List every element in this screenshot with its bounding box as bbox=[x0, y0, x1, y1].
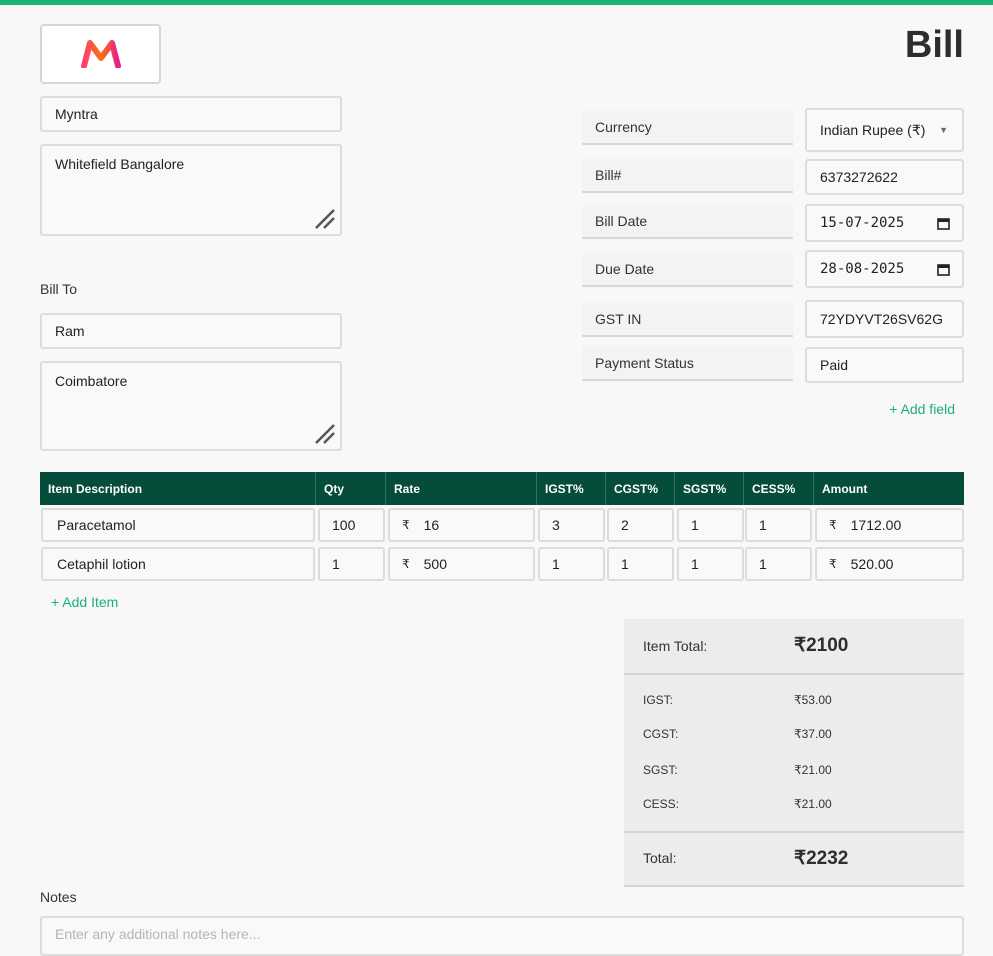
total-label: Total: bbox=[643, 850, 677, 866]
rate-input[interactable]: ₹ 500 bbox=[388, 547, 535, 581]
item-total-value: ₹2100 bbox=[794, 635, 849, 656]
amount-value: 1712.00 bbox=[850, 517, 902, 533]
company-address-text: Whitefield Bangalore bbox=[55, 156, 185, 172]
page-title: Bill bbox=[904, 24, 964, 66]
cess-input[interactable]: 1 bbox=[745, 547, 812, 581]
cess-input[interactable]: 1 bbox=[745, 508, 812, 542]
notes-label: Notes bbox=[40, 889, 77, 905]
bill-number-input[interactable]: 6373272622 bbox=[805, 159, 964, 195]
currency-label: Currency bbox=[582, 111, 793, 145]
bill-to-name-input[interactable]: Ram bbox=[40, 313, 342, 349]
bill-date-label: Bill Date bbox=[582, 205, 793, 239]
due-date-label: Due Date bbox=[582, 253, 793, 287]
company-name-input[interactable]: Myntra bbox=[40, 96, 342, 132]
payment-status-input[interactable]: Paid bbox=[805, 347, 964, 383]
resize-handle-icon[interactable] bbox=[314, 208, 336, 230]
cess-label: CESS: bbox=[643, 797, 680, 811]
due-date-value: 28-08-2025 bbox=[820, 261, 905, 277]
calendar-icon[interactable] bbox=[937, 263, 950, 276]
sgst-input[interactable]: 1 bbox=[677, 547, 744, 581]
sgst-label: SGST: bbox=[643, 763, 678, 777]
company-address-textarea[interactable]: Whitefield Bangalore bbox=[40, 144, 342, 236]
gst-in-label: GST IN bbox=[582, 303, 793, 337]
rate-value: 16 bbox=[423, 517, 440, 533]
sgst-input[interactable]: 1 bbox=[677, 508, 744, 542]
bill-date-input[interactable]: 15-07-2025 bbox=[805, 204, 964, 242]
item-description-input[interactable]: Paracetamol bbox=[41, 508, 315, 542]
sgst-value: ₹21.00 bbox=[794, 763, 832, 777]
bill-number-label: Bill# bbox=[582, 159, 793, 193]
qty-input[interactable]: 1 bbox=[318, 547, 385, 581]
igst-input[interactable]: 3 bbox=[538, 508, 605, 542]
divider bbox=[624, 885, 964, 887]
header-cgst: CGST% bbox=[606, 472, 675, 505]
igst-input[interactable]: 1 bbox=[538, 547, 605, 581]
header-rate: Rate bbox=[386, 472, 537, 505]
cess-value: ₹21.00 bbox=[794, 797, 832, 811]
igst-label: IGST: bbox=[643, 693, 674, 707]
rupee-symbol: ₹ bbox=[402, 557, 410, 571]
divider bbox=[624, 831, 964, 833]
rate-input[interactable]: ₹ 16 bbox=[388, 508, 535, 542]
summary-panel: Item Total: ₹2100 IGST: ₹53.00 CGST: ₹37… bbox=[624, 619, 964, 887]
bill-to-label: Bill To bbox=[40, 281, 78, 297]
resize-handle-icon[interactable] bbox=[314, 423, 336, 445]
header-item-description: Item Description bbox=[40, 472, 316, 505]
item-total-label: Item Total: bbox=[643, 638, 708, 654]
rupee-symbol: ₹ bbox=[829, 518, 837, 532]
item-description-input[interactable]: Cetaphil lotion bbox=[41, 547, 315, 581]
qty-input[interactable]: 100 bbox=[318, 508, 385, 542]
currency-select[interactable]: Indian Rupee (₹) ▼ bbox=[805, 108, 964, 152]
header-qty: Qty bbox=[316, 472, 386, 505]
payment-status-label: Payment Status bbox=[582, 347, 793, 381]
igst-value: ₹53.00 bbox=[794, 693, 832, 707]
header-igst: IGST% bbox=[537, 472, 606, 505]
divider bbox=[624, 673, 964, 675]
amount-value: 520.00 bbox=[850, 556, 894, 572]
notes-textarea[interactable]: Enter any additional notes here... bbox=[40, 916, 964, 956]
cgst-value: ₹37.00 bbox=[794, 727, 832, 741]
add-field-link[interactable]: + Add field bbox=[889, 401, 955, 417]
bill-date-value: 15-07-2025 bbox=[820, 215, 905, 231]
bill-to-address-text: Coimbatore bbox=[55, 373, 128, 389]
items-table-header: Item Description Qty Rate IGST% CGST% SG… bbox=[40, 472, 964, 505]
rupee-symbol: ₹ bbox=[402, 518, 410, 532]
amount-field: ₹ 1712.00 bbox=[815, 508, 964, 542]
cgst-input[interactable]: 1 bbox=[607, 547, 674, 581]
top-accent-bar bbox=[0, 0, 993, 5]
logo-upload[interactable] bbox=[40, 24, 161, 84]
calendar-icon[interactable] bbox=[937, 217, 950, 230]
rate-value: 500 bbox=[423, 556, 447, 572]
add-item-link[interactable]: + Add Item bbox=[51, 594, 118, 610]
cgst-label: CGST: bbox=[643, 727, 679, 741]
header-cess: CESS% bbox=[744, 472, 814, 505]
currency-value: Indian Rupee (₹) bbox=[820, 121, 926, 138]
total-value: ₹2232 bbox=[794, 848, 849, 869]
amount-field: ₹ 520.00 bbox=[815, 547, 964, 581]
chevron-down-icon: ▼ bbox=[939, 125, 948, 135]
rupee-symbol: ₹ bbox=[829, 557, 837, 571]
header-sgst: SGST% bbox=[675, 472, 744, 505]
header-amount: Amount bbox=[822, 481, 868, 496]
due-date-input[interactable]: 28-08-2025 bbox=[805, 250, 964, 288]
bill-to-address-textarea[interactable]: Coimbatore bbox=[40, 361, 342, 451]
gst-in-input[interactable]: 72YDYVT26SV62G bbox=[805, 300, 964, 338]
cgst-input[interactable]: 2 bbox=[607, 508, 674, 542]
myntra-logo-icon bbox=[80, 40, 121, 68]
